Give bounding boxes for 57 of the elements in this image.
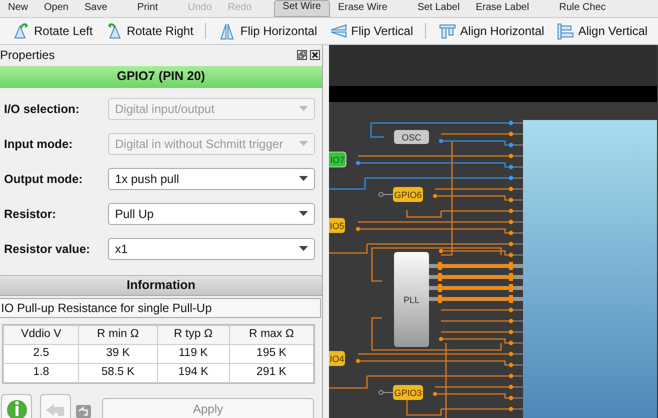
panel-title: Properties [0,46,55,64]
caret-icon [299,176,308,181]
schematic-canvas[interactable]: OSC IO7 GPIO6 IO5 PLL IO4 GPIO3 [329,45,658,418]
close-icon[interactable] [310,50,320,60]
field-label: Resistor value: [4,240,92,258]
dropdown[interactable]: Pull Up [108,202,315,224]
table-cell: 195 K [229,344,314,364]
menu-button[interactable]: New [0,2,36,17]
toolbar-button[interactable]: Align Vertical [552,20,652,42]
caret-icon [299,246,308,251]
menu-button[interactable]: Save [76,2,116,17]
table-cell: 2.5 [4,344,79,364]
align-icon [556,22,576,40]
field-label: Resistor: [4,206,58,222]
column-header: R typ Ω [157,326,230,344]
flip-icon [329,22,348,40]
menu-button[interactable]: Set Wire [274,0,330,17]
dropdown[interactable]: x1 [108,238,315,260]
toolbar-button[interactable]: Flip Horizontal [214,20,322,42]
information-header: Information [0,275,322,296]
table-cell: 119 K [157,344,230,364]
menu-button[interactable]: Print [129,2,166,17]
pll-block[interactable]: PLL [394,252,429,347]
toolbar-button[interactable]: Rotate Left [8,20,97,42]
table-cell: 39 K [78,344,158,364]
menu-button[interactable]: Erase Label [468,2,538,17]
info-button[interactable] [1,394,32,418]
restore-icon[interactable] [297,50,307,60]
field-label: I/O selection: [4,100,80,118]
gpio-block[interactable]: IO5 [329,218,345,233]
table-cell: 1.8 [4,364,79,382]
field-label: Input mode: [4,136,74,152]
column-header: Vddio V [4,326,79,344]
dropdown[interactable]: 1x push pull [108,168,315,190]
caret-icon [299,211,308,216]
align-icon [438,22,458,40]
back-arrow-icon [44,402,66,418]
menu-button[interactable]: Set Label [409,2,468,17]
table-caption: IO Pull-up Resistance for single Pull-Up [0,298,321,318]
pin-header: GPIO7 (PIN 20) [0,66,322,88]
menu-button[interactable]: Open [36,2,76,17]
field-label: Output mode: [4,170,84,188]
menu-button[interactable]: Erase Wire [330,2,396,17]
toolbar-button[interactable]: Flip Vertical [325,20,418,42]
gpio-block[interactable]: IO4 [329,351,345,366]
table-cell: 291 K [229,364,314,382]
column-header: R max Ω [229,326,314,344]
info-icon [6,398,28,418]
toolbar-button[interactable]: Rotate Right [100,20,198,42]
menu-button[interactable]: Rule Chec [551,2,614,17]
caret-icon [299,141,308,146]
table-cell: 194 K [157,364,230,382]
table-cell: 58.5 K [78,364,158,382]
toolbar-button[interactable]: Align Horizontal [434,20,548,42]
oscillator-block[interactable]: OSC [394,130,429,144]
column-header: R min Ω [78,326,158,344]
caret-icon [299,106,308,111]
